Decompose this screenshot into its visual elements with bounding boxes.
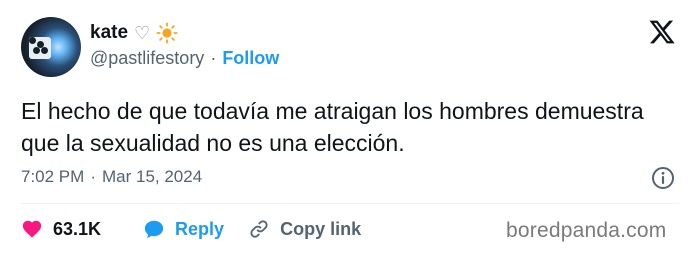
avatar[interactable] [21,17,81,77]
handle-separator: · [210,48,217,68]
sun-icon [156,22,178,44]
copy-link-label: Copy link [280,218,362,239]
info-icon[interactable] [651,166,675,190]
meta-separator: · [90,167,96,186]
copy-link-button[interactable]: Copy link [248,218,361,240]
reply-button[interactable]: Reply [143,218,224,240]
x-logo-icon[interactable] [647,18,677,46]
like-button[interactable]: 63.1K [21,218,101,240]
divider [21,203,679,204]
follow-button[interactable]: Follow [222,48,279,69]
tweet-date: Mar 15, 2024 [101,167,203,186]
watermark: boredpanda.com [506,219,667,242]
author-handle[interactable]: @pastlifestory [90,48,204,69]
heart-icon [22,220,42,238]
link-icon [250,220,268,238]
tweet-timestamp[interactable]: 7:02 PM · Mar 15, 2024 [21,167,202,187]
tweet-actions: 63.1K Reply Copy link [21,216,361,242]
display-name[interactable]: kate [90,22,128,44]
reply-bubble-icon [144,220,164,239]
reply-label: Reply [175,218,225,239]
tweet-time: 7:02 PM [21,167,85,186]
avatar-image [29,37,51,59]
handle-row: @pastlifestory · Follow [90,48,279,69]
like-count: 63.1K [53,218,102,239]
author-name-row: kate ♡ [90,20,178,46]
heart-outline-icon: ♡ [134,23,151,43]
tweet-text: El hecho de que todavía me atraigan los … [21,98,644,156]
